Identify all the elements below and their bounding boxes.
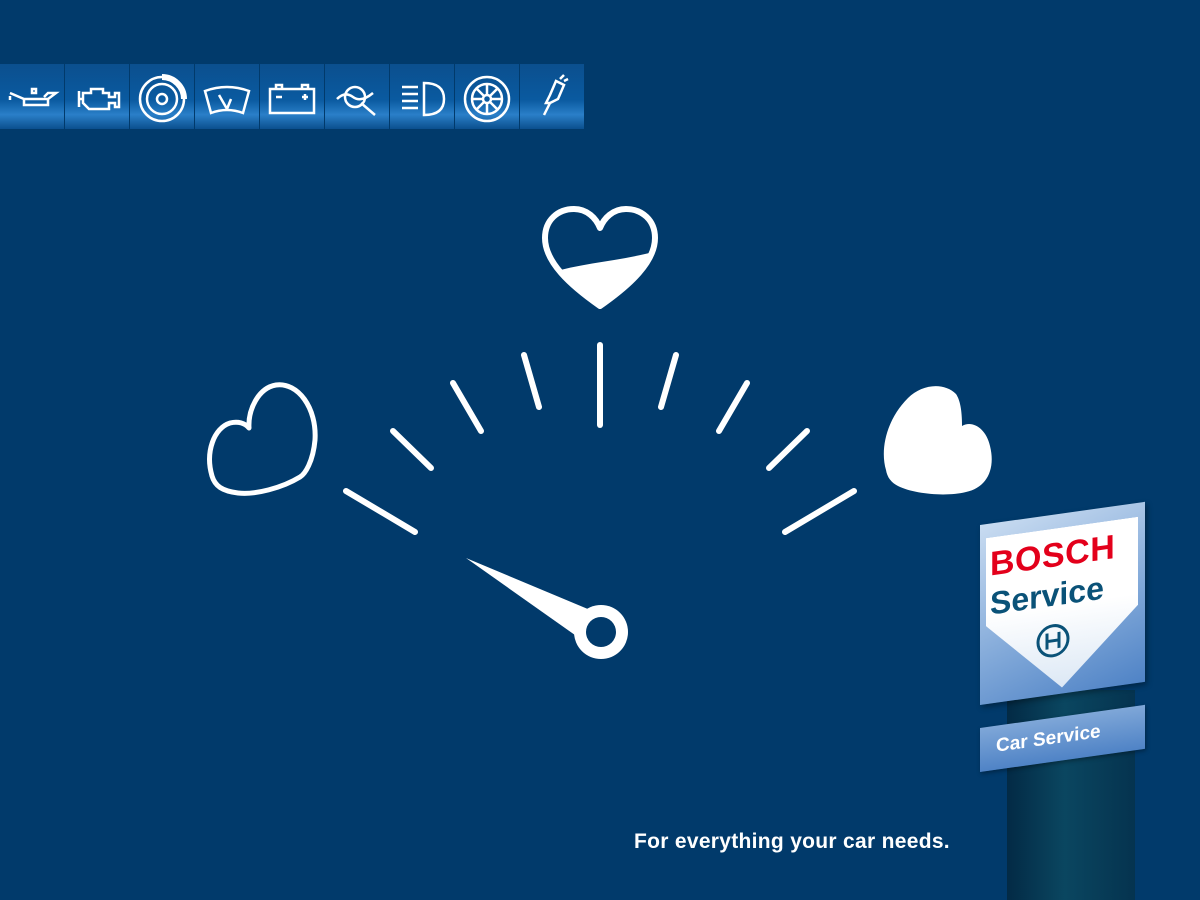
gauge-tick — [521, 352, 542, 410]
gauge-needle — [466, 558, 628, 659]
gauge-tick — [766, 428, 810, 471]
sign-subtitle: Car Service — [996, 721, 1101, 757]
full-heart-icon — [883, 386, 992, 495]
gauge-tick — [716, 380, 750, 434]
bosch-service-sign: BOSCH Service — [980, 501, 1145, 705]
gauge-tick — [782, 488, 857, 535]
bosch-armature-icon — [1036, 624, 1070, 658]
gauge-tick — [658, 352, 679, 410]
gauge-tick — [343, 488, 418, 535]
empty-heart-icon — [207, 382, 318, 496]
gauge-tick — [450, 380, 484, 434]
ad-scene: For everything your car needs. BOSCH Ser… — [0, 0, 1200, 900]
gauge-ticks — [343, 342, 857, 535]
gauge-tick — [390, 428, 434, 471]
tagline: For everything your car needs. — [634, 830, 950, 853]
half-heart-icon — [545, 250, 655, 306]
